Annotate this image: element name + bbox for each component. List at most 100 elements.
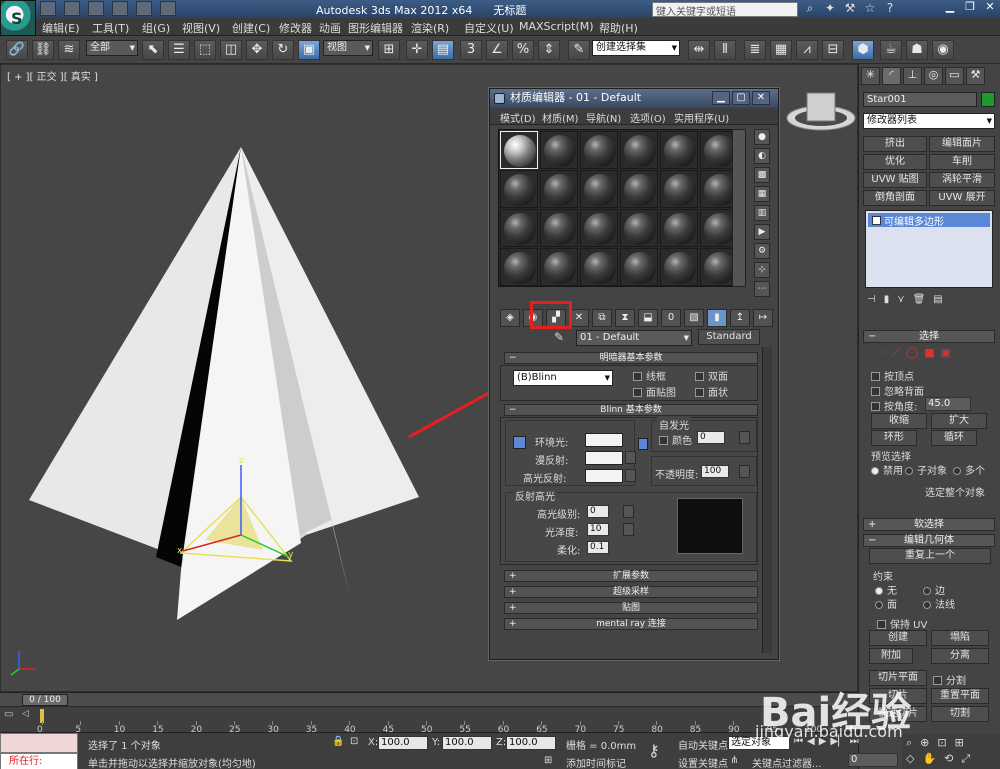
backlight-icon[interactable]: ◐: [754, 148, 770, 164]
project-folder-icon[interactable]: [160, 1, 176, 16]
loop-button[interactable]: 循环: [931, 430, 977, 446]
edit-named-selection-icon[interactable]: ✎: [568, 40, 590, 60]
zoom-extents-icon[interactable]: ⊡: [937, 736, 946, 750]
specular-color-swatch[interactable]: [585, 469, 623, 483]
help-icon[interactable]: ?: [883, 1, 897, 16]
show-end-result-stack-icon[interactable]: ▮: [884, 294, 890, 305]
detach-button[interactable]: 分离: [931, 648, 989, 664]
face-map-checkbox[interactable]: 面贴图: [633, 384, 676, 399]
ring-button[interactable]: 环形: [871, 430, 917, 446]
self-illum-value[interactable]: 0: [697, 431, 725, 444]
modifier-uvw-map-button[interactable]: UVW 贴图: [863, 172, 927, 188]
utilities-tab-icon[interactable]: ⚒: [966, 67, 985, 85]
material-editor-icon[interactable]: ⬢: [852, 40, 874, 60]
pin-stack-icon[interactable]: ⊣: [867, 294, 876, 305]
element-level-icon[interactable]: ▣: [941, 346, 951, 360]
x-coord-field[interactable]: 100.0: [378, 736, 428, 750]
sample-type-icon[interactable]: ●: [754, 129, 770, 145]
track-bar-menu-icon[interactable]: ▭: [4, 709, 13, 720]
grow-button[interactable]: 扩大: [931, 413, 987, 429]
search-input[interactable]: 键入关键字或短语: [652, 2, 798, 18]
go-to-parent-icon[interactable]: ↥: [730, 309, 750, 327]
curve-editor-icon[interactable]: ⩘: [796, 40, 818, 60]
ignore-backfacing-checkbox[interactable]: 忽略背面: [871, 383, 924, 398]
configure-sets-icon[interactable]: ▤: [933, 294, 942, 305]
sample-slot[interactable]: [660, 131, 698, 169]
extended-params-rollout-header[interactable]: + 扩展参数: [504, 570, 758, 582]
blinn-params-rollout-header[interactable]: − Blinn 基本参数: [504, 404, 758, 416]
create-button[interactable]: 创建: [869, 630, 927, 646]
select-by-name-icon[interactable]: ☰: [168, 40, 190, 60]
by-vertex-checkbox[interactable]: 按顶点: [871, 368, 914, 383]
new-file-icon[interactable]: [40, 1, 56, 16]
split-checkbox[interactable]: 分割: [933, 672, 966, 687]
sample-slot[interactable]: [500, 248, 538, 286]
background-icon[interactable]: ▩: [754, 167, 770, 183]
stack-item-editable-poly[interactable]: 可编辑多边形: [868, 213, 990, 228]
time-slider-knob[interactable]: 0 / 100: [22, 694, 68, 706]
select-by-material-icon[interactable]: ⊹: [754, 262, 770, 278]
orbit-icon[interactable]: ⟲: [944, 752, 953, 766]
sample-slot-1[interactable]: [500, 131, 538, 169]
menu-graph-editors[interactable]: 图形编辑器: [348, 20, 403, 36]
menu-tools[interactable]: 工具(T): [92, 20, 129, 36]
maps-rollout-header[interactable]: + 贴图: [504, 602, 758, 614]
maximize-viewport-icon[interactable]: ⤢: [961, 752, 970, 766]
field-of-view-icon[interactable]: ◇: [906, 752, 914, 766]
close-icon[interactable]: ✕: [980, 0, 1000, 17]
soft-selection-rollout-header[interactable]: + 软选择: [863, 518, 995, 531]
sample-slot[interactable]: [660, 209, 698, 247]
modifier-turbosmooth-button[interactable]: 涡轮平滑: [929, 172, 995, 188]
zoom-extents-all-icon[interactable]: ⊞: [955, 736, 964, 750]
sample-slot[interactable]: [620, 209, 658, 247]
go-forward-to-sibling-icon[interactable]: ↦: [753, 309, 773, 327]
shrink-button[interactable]: 收缩: [871, 413, 927, 429]
video-color-check-icon[interactable]: ▥: [754, 205, 770, 221]
menu-create[interactable]: 创建(C): [232, 20, 270, 36]
modifier-list-dropdown[interactable]: 修改器列表: [863, 113, 995, 129]
material-name-field[interactable]: 01 - Default: [576, 330, 692, 346]
material-type-button[interactable]: Standard: [698, 329, 760, 345]
constraint-face-radio[interactable]: 面: [875, 596, 897, 611]
time-slider-track[interactable]: 0 / 100: [0, 693, 858, 707]
material-editor-window[interactable]: 材质编辑器 - 01 - Default ▁ ▢ ✕ 模式(D) 材质(M) 导…: [489, 88, 779, 660]
time-tag-icon[interactable]: ⊞: [544, 755, 552, 766]
material-map-navigator-icon[interactable]: ⋯: [754, 281, 770, 297]
snaps-toggle-icon[interactable]: 3: [460, 40, 482, 60]
lock-diffuse-specular-icon[interactable]: [638, 438, 648, 450]
save-file-icon[interactable]: [88, 1, 104, 16]
modifier-optimize-button[interactable]: 优化: [863, 154, 927, 170]
absolute-mode-icon[interactable]: ⊡: [350, 736, 358, 747]
specular-map-button[interactable]: [625, 469, 636, 482]
angle-value-field[interactable]: 45.0: [925, 397, 971, 411]
attach-button[interactable]: 附加: [869, 648, 913, 664]
lock-ambient-diffuse-icon[interactable]: [513, 436, 526, 449]
select-object-icon[interactable]: ⬉: [142, 40, 164, 60]
align-icon[interactable]: ⫴: [714, 40, 736, 60]
modify-tab-icon[interactable]: ◜: [882, 67, 901, 85]
me-menu-material[interactable]: 材质(M): [542, 110, 578, 125]
restore-icon[interactable]: ❐: [960, 0, 980, 17]
show-end-result-icon[interactable]: ▮: [707, 309, 727, 327]
zoom-icon[interactable]: ⌕: [906, 736, 912, 750]
layer-manager-icon[interactable]: ≣: [744, 40, 766, 60]
track-bar[interactable]: ▭ ◁ 0 5 10 15 20 25 30 35 40 45 50 55 60 65 70 75 80 85 90…: [0, 707, 858, 735]
set-key-icon[interactable]: ⚷: [648, 741, 660, 760]
faceted-checkbox[interactable]: 面状: [695, 384, 728, 399]
me-menu-navigation[interactable]: 导航(N): [586, 110, 621, 125]
reset-map-icon[interactable]: ✕: [569, 309, 589, 327]
menu-animation[interactable]: 动画: [319, 20, 341, 36]
put-to-library-icon[interactable]: ⬓: [638, 309, 658, 327]
constraint-normal-radio[interactable]: 法线: [923, 596, 955, 611]
select-move-icon[interactable]: ✥: [246, 40, 268, 60]
show-map-in-viewport-icon[interactable]: ▧: [684, 309, 704, 327]
angle-snap-icon[interactable]: ∠: [486, 40, 508, 60]
z-coord-field[interactable]: 100.0: [506, 736, 556, 750]
remove-modifier-icon[interactable]: 🗑: [913, 294, 926, 305]
ambient-color-swatch[interactable]: [585, 433, 623, 447]
menu-modifiers[interactable]: 修改器: [279, 20, 312, 36]
me-restore-icon[interactable]: ▢: [732, 91, 750, 105]
rect-selection-icon[interactable]: ⬚: [194, 40, 216, 60]
sample-slot[interactable]: [540, 248, 578, 286]
spinner-snap-icon[interactable]: ⇕: [538, 40, 560, 60]
